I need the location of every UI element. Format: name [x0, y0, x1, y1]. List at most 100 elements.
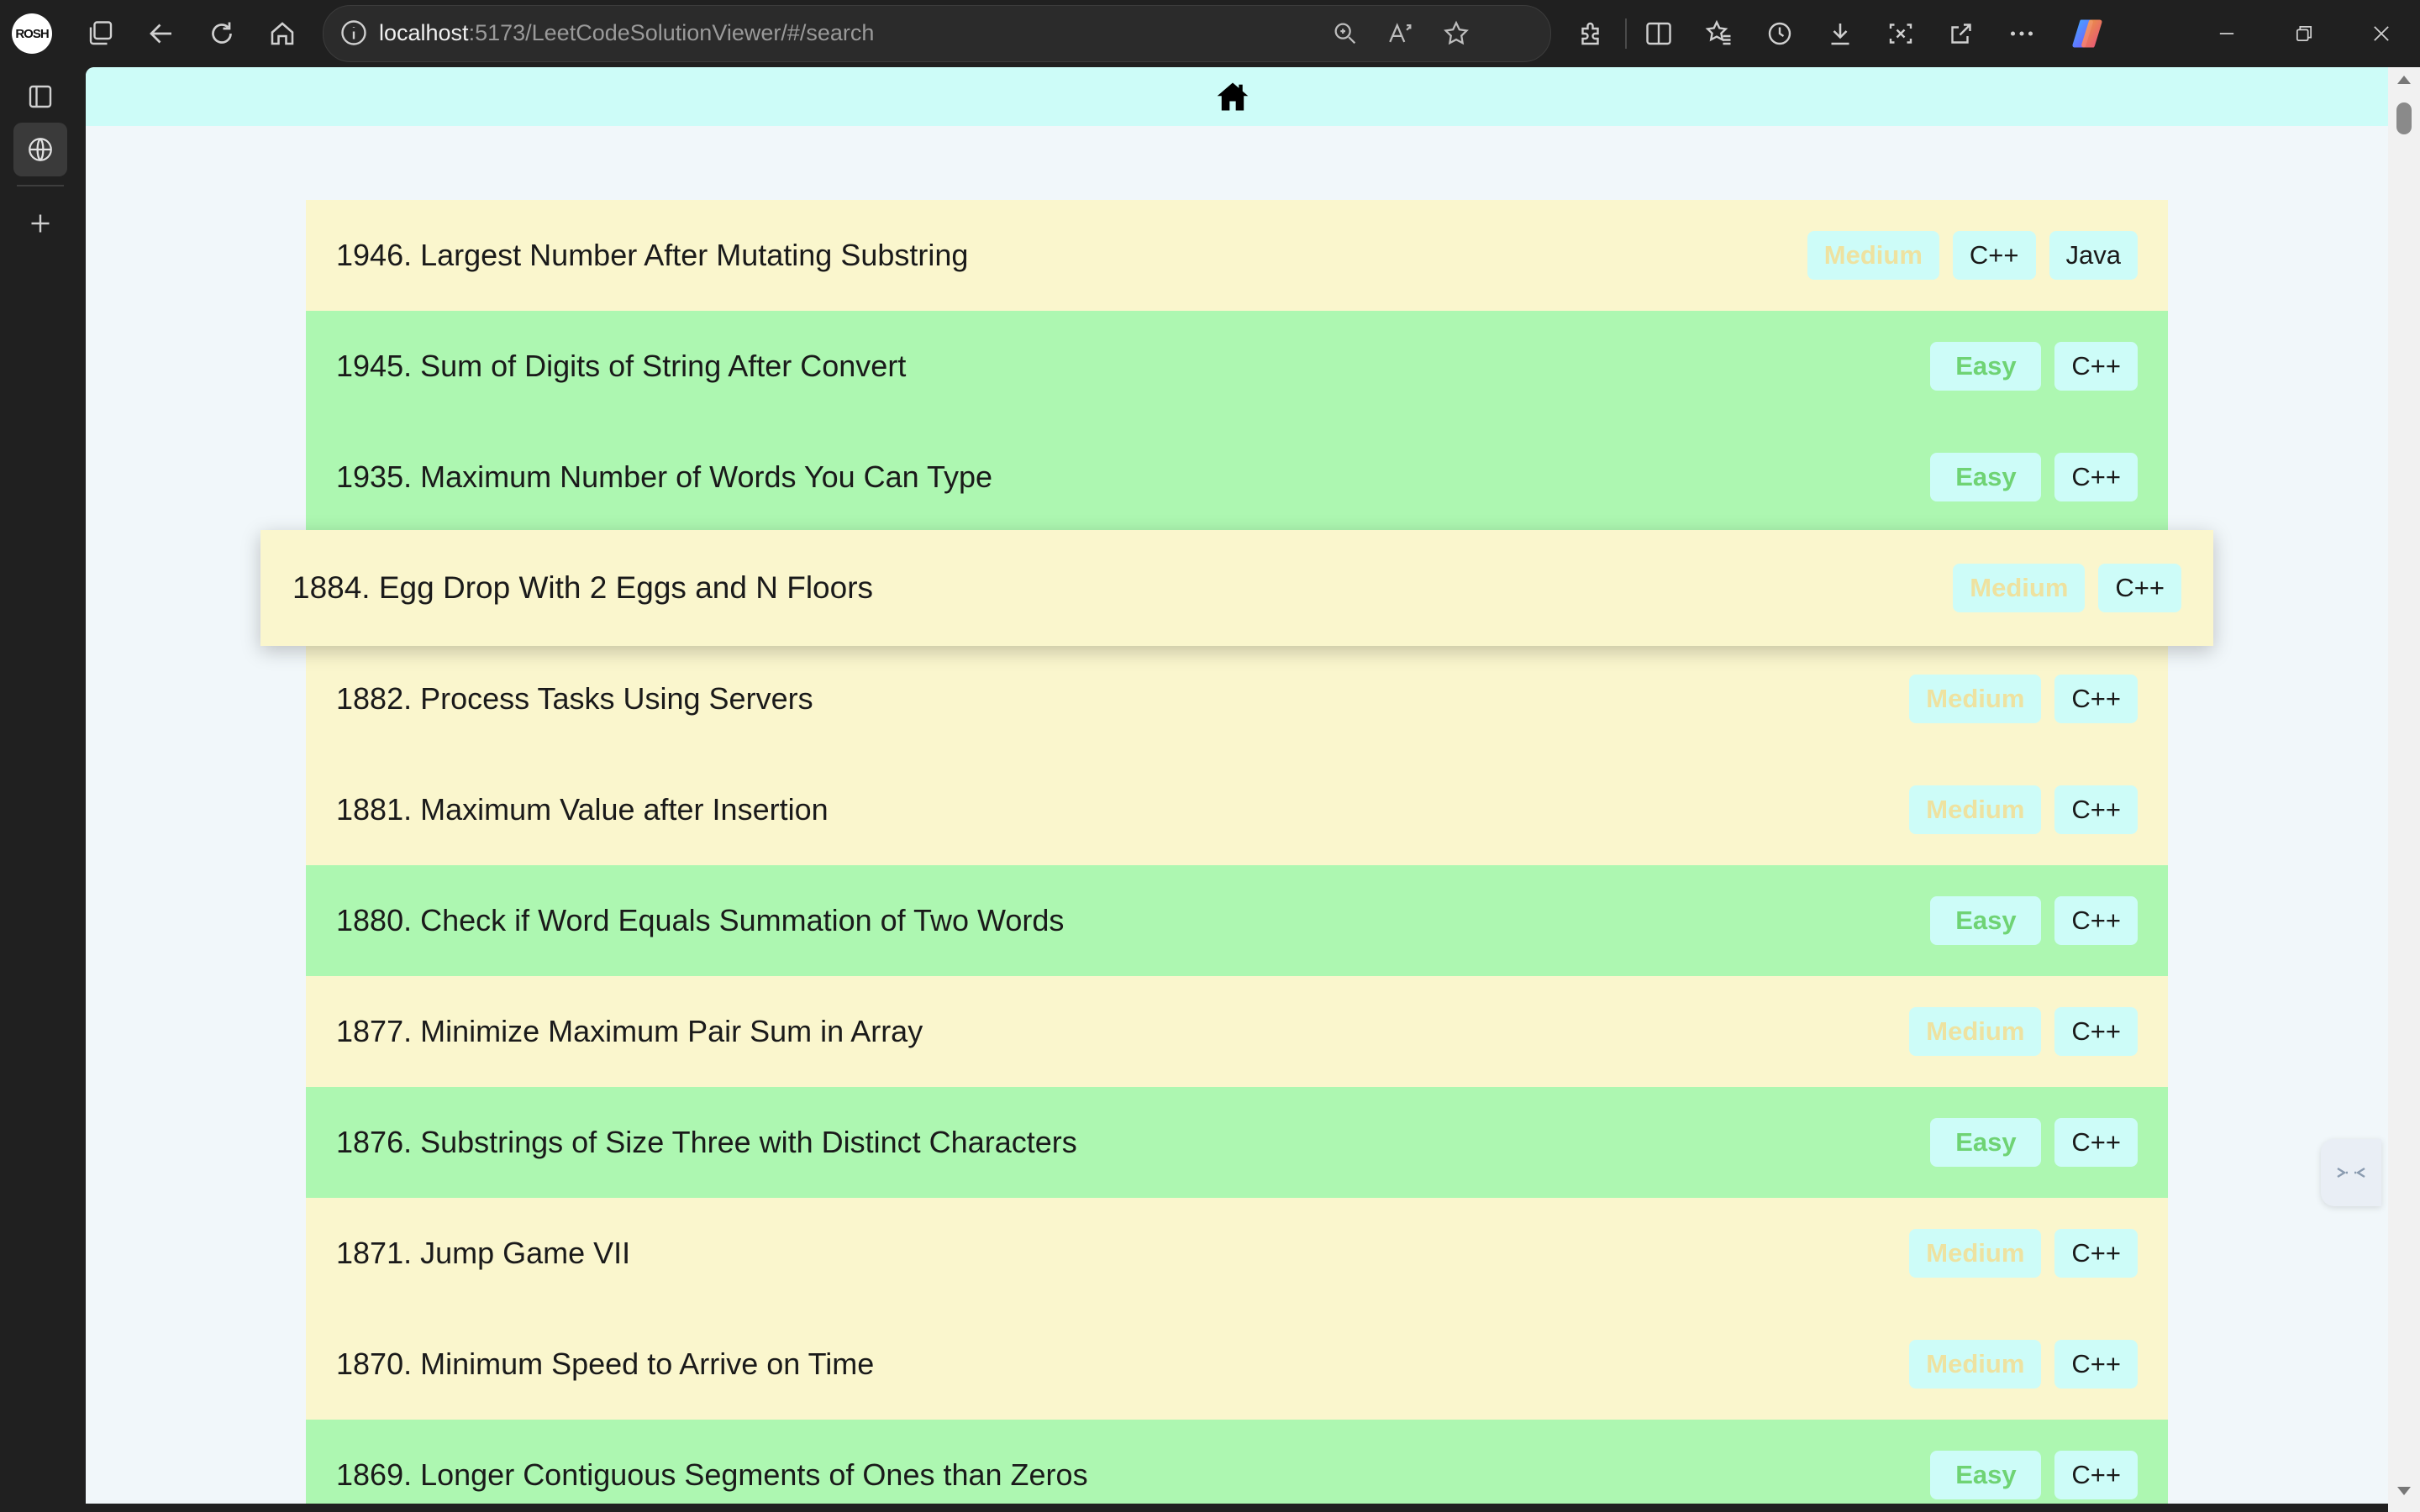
language-tag[interactable]: C++	[2054, 785, 2138, 834]
address-bar[interactable]: localhost:5173/LeetCodeSolutionViewer/#/…	[323, 5, 1551, 62]
page-scrollbar[interactable]	[2388, 67, 2420, 1512]
info-icon[interactable]	[339, 18, 369, 48]
problem-row[interactable]: 1946. Largest Number After Mutating Subs…	[306, 200, 2168, 311]
language-tag[interactable]: C++	[2054, 675, 2138, 723]
difficulty-badge: Easy	[1930, 342, 2042, 391]
difficulty-badge: Easy	[1930, 1451, 2042, 1499]
problem-tags: Easy C++	[1930, 342, 2138, 391]
tab-actions-icon[interactable]	[74, 7, 128, 60]
problem-row[interactable]: 1869. Longer Contiguous Segments of Ones…	[306, 1420, 2168, 1504]
more-icon[interactable]	[1995, 7, 2049, 60]
language-tag[interactable]: C++	[2054, 1451, 2138, 1499]
problem-title[interactable]: 1876. Substrings of Size Three with Dist…	[336, 1125, 1930, 1160]
puzzle-icon[interactable]	[1565, 7, 1618, 60]
vertical-tab-divider	[17, 185, 64, 186]
problem-tags: Medium C++ Java	[1807, 231, 2138, 280]
problem-row[interactable]: 1935. Maximum Number of Words You Can Ty…	[306, 422, 2168, 533]
difficulty-badge: Medium	[1807, 231, 1939, 280]
difficulty-badge: Easy	[1930, 1118, 2042, 1167]
problem-tags: Easy C++	[1930, 1451, 2138, 1499]
problem-tags: Easy C++	[1930, 896, 2138, 945]
globe-icon[interactable]	[13, 123, 67, 176]
home-icon[interactable]	[1212, 76, 1254, 118]
language-tag[interactable]: C++	[2054, 896, 2138, 945]
language-tag[interactable]: C++	[2054, 1229, 2138, 1278]
problem-title[interactable]: 1870. Minimum Speed to Arrive on Time	[336, 1347, 1909, 1382]
restore-icon[interactable]	[2277, 7, 2331, 60]
download-icon[interactable]	[1813, 7, 1867, 60]
problem-title[interactable]: 1880. Check if Word Equals Summation of …	[336, 903, 1930, 938]
problem-row[interactable]: 1945. Sum of Digits of String After Conv…	[306, 311, 2168, 422]
read-aloud-icon[interactable]	[1384, 17, 1418, 50]
url-host: localhost	[379, 20, 469, 45]
problem-title[interactable]: 1946. Largest Number After Mutating Subs…	[336, 238, 1807, 273]
scroll-up-arrow[interactable]	[2397, 76, 2411, 84]
problem-title[interactable]: 1945. Sum of Digits of String After Conv…	[336, 349, 1930, 384]
zoom-icon[interactable]	[1328, 17, 1362, 50]
profile-avatar[interactable]: ROSH	[12, 13, 52, 54]
share-icon[interactable]	[1934, 7, 1988, 60]
minimize-icon[interactable]	[2200, 7, 2254, 60]
screenshot-icon[interactable]	[1874, 7, 1928, 60]
problem-title[interactable]: 1881. Maximum Value after Insertion	[336, 792, 1909, 827]
url-path: :5173/LeetCodeSolutionViewer/#/search	[468, 20, 875, 45]
url-text[interactable]: localhost:5173/LeetCodeSolutionViewer/#/…	[379, 20, 874, 46]
problem-row[interactable]: 1877. Minimize Maximum Pair Sum in Array…	[306, 976, 2168, 1087]
tab-panel-icon[interactable]	[13, 70, 67, 123]
problem-title[interactable]: 1877. Minimize Maximum Pair Sum in Array	[336, 1014, 1909, 1049]
star-icon[interactable]	[1439, 17, 1473, 50]
problem-tags: Medium C++	[1909, 1340, 2138, 1389]
problem-title[interactable]: 1869. Longer Contiguous Segments of Ones…	[336, 1457, 1930, 1493]
profile-label: ROSH	[15, 26, 49, 41]
problem-row[interactable]: 1882. Process Tasks Using Servers Medium C…	[306, 643, 2168, 754]
problem-title[interactable]: 1935. Maximum Number of Words You Can Ty…	[336, 459, 1930, 495]
close-icon[interactable]	[2354, 7, 2408, 60]
language-tag[interactable]: Java	[2049, 231, 2138, 280]
language-tag[interactable]: C++	[2098, 564, 2181, 612]
difficulty-badge: Medium	[1909, 1007, 2042, 1056]
problem-tags: Medium C++	[1909, 675, 2138, 723]
language-tag[interactable]: C++	[1952, 231, 2036, 280]
scroll-down-arrow[interactable]	[2397, 1487, 2411, 1495]
browser-toolbar: ROSH localhost:5173/LeetCodeSolutionView…	[0, 0, 2420, 67]
language-tag[interactable]: C++	[2054, 342, 2138, 391]
difficulty-badge: Medium	[1909, 1229, 2042, 1278]
difficulty-badge: Medium	[1909, 785, 2042, 834]
refresh-icon[interactable]	[195, 7, 249, 60]
problem-tags: Easy C++	[1930, 453, 2138, 501]
language-tag[interactable]: C++	[2054, 453, 2138, 501]
split-screen-icon[interactable]	[1632, 7, 1686, 60]
problem-list: 1946. Largest Number After Mutating Subs…	[260, 200, 2213, 1504]
toolbar-divider	[1625, 18, 1627, 49]
language-tag[interactable]: C++	[2054, 1340, 2138, 1389]
side-widget-button[interactable]	[2321, 1139, 2381, 1206]
scroll-thumb[interactable]	[2396, 102, 2412, 134]
copilot-icon[interactable]	[2069, 15, 2106, 52]
problem-row[interactable]: 1871. Jump Game VII Medium C++	[306, 1198, 2168, 1309]
problem-row[interactable]: 1881. Maximum Value after Insertion Mediu…	[306, 754, 2168, 865]
problem-tags: Medium C++	[1909, 1007, 2138, 1056]
problem-tags: Medium C++	[1909, 1229, 2138, 1278]
collapse-arrows-icon	[2337, 1167, 2365, 1179]
history-icon[interactable]	[1753, 7, 1807, 60]
page-viewport: 1946. Largest Number After Mutating Subs…	[86, 67, 2388, 1504]
plus-icon[interactable]	[13, 197, 67, 250]
problem-tags: Easy C++	[1930, 1118, 2138, 1167]
difficulty-badge: Easy	[1930, 896, 2042, 945]
language-tag[interactable]: C++	[2054, 1007, 2138, 1056]
language-tag[interactable]: C++	[2054, 1118, 2138, 1167]
problem-title[interactable]: 1884. Egg Drop With 2 Eggs and N Floors	[292, 570, 1953, 606]
favorites-icon[interactable]	[1692, 7, 1746, 60]
difficulty-badge: Easy	[1930, 453, 2042, 501]
problem-row[interactable]: 1870. Minimum Speed to Arrive on Time Med…	[306, 1309, 2168, 1420]
vertical-tab-strip	[0, 67, 84, 1512]
problem-title[interactable]: 1871. Jump Game VII	[336, 1236, 1909, 1271]
difficulty-badge: Medium	[1909, 1340, 2042, 1389]
home-icon[interactable]	[255, 7, 309, 60]
back-icon[interactable]	[134, 7, 188, 60]
difficulty-badge: Medium	[1909, 675, 2042, 723]
problem-row[interactable]: 1880. Check if Word Equals Summation of …	[306, 865, 2168, 976]
problem-row[interactable]: 1876. Substrings of Size Three with Dist…	[306, 1087, 2168, 1198]
problem-title[interactable]: 1882. Process Tasks Using Servers	[336, 681, 1909, 717]
problem-row[interactable]: 1884. Egg Drop With 2 Eggs and N Floors M…	[260, 530, 2213, 646]
